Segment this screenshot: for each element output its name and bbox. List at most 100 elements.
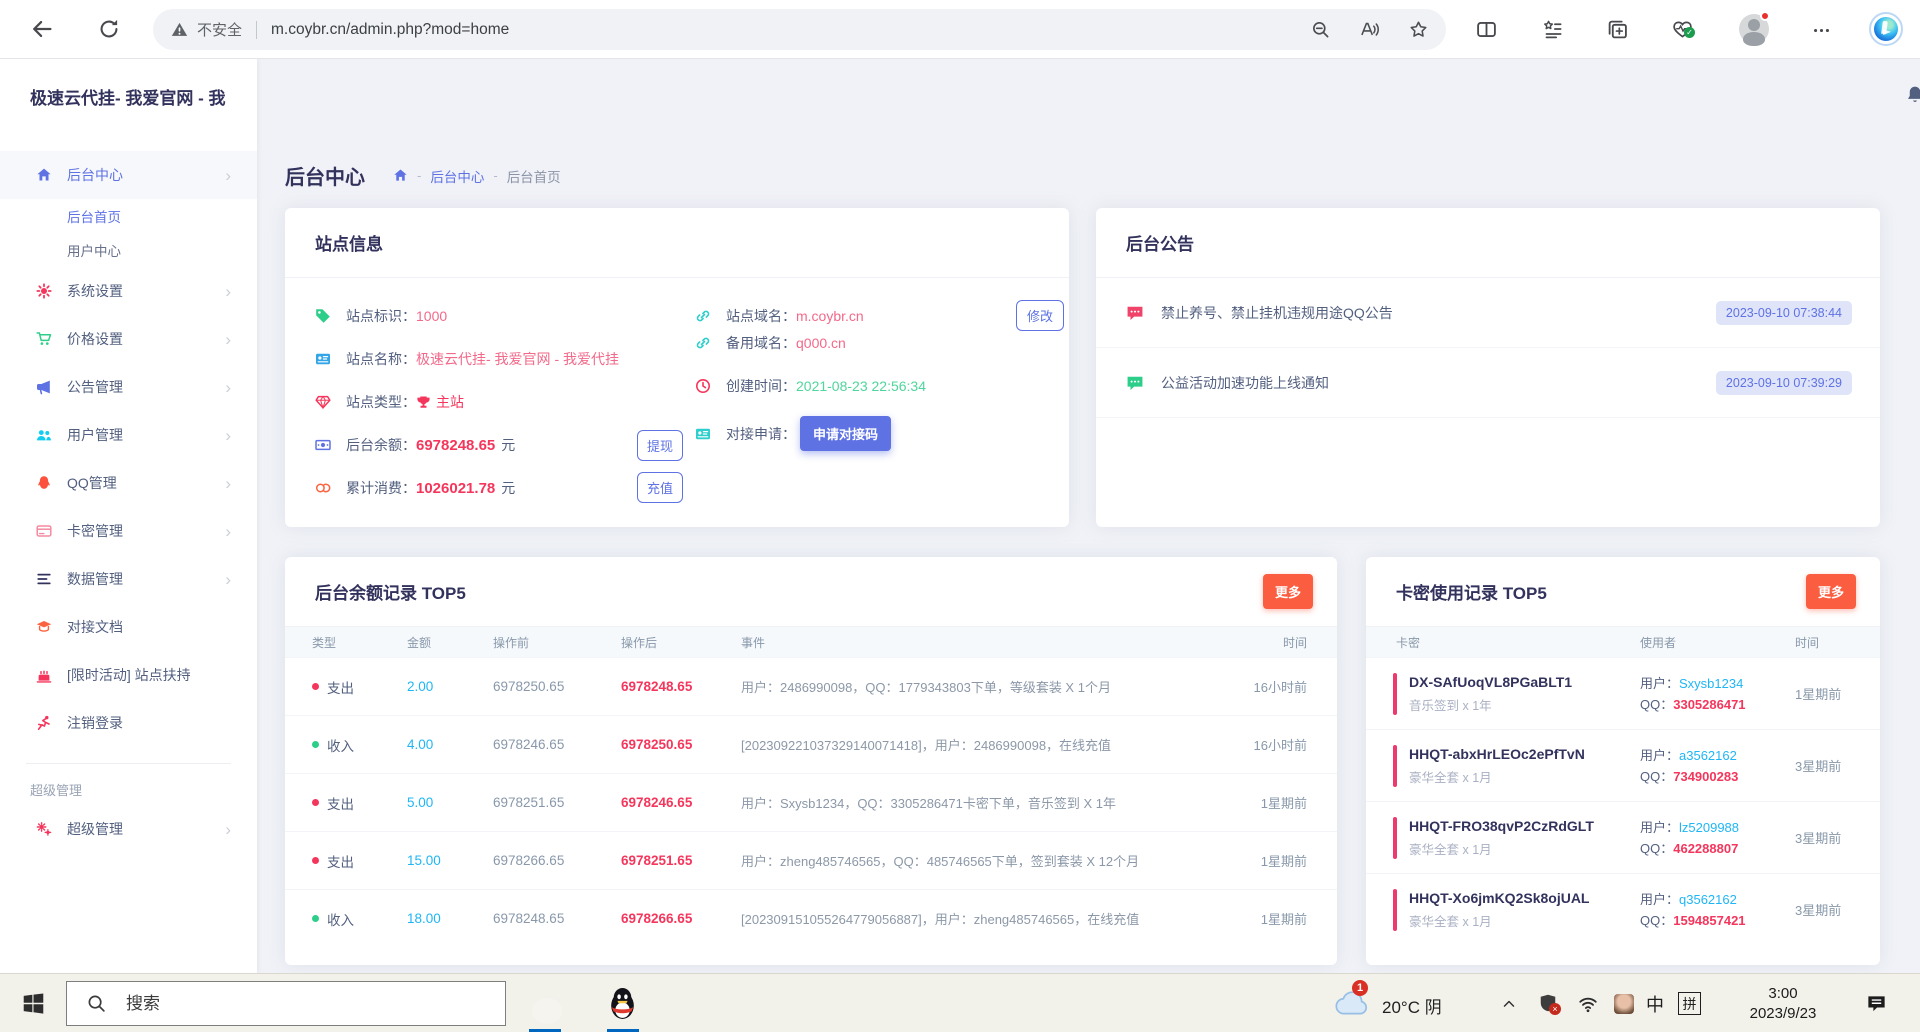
announcement-time-badge: 2023-09-10 07:38:44 [1715, 300, 1852, 325]
essentials-check-badge: ✓ [1684, 27, 1695, 38]
user-label: 用户： [1640, 675, 1680, 691]
announcement-row[interactable]: 禁止养号、禁止挂机违规用途QQ公告 2023-09-10 07:38:44 [1096, 278, 1880, 348]
action-center-icon[interactable] [1866, 993, 1887, 1014]
balance-table-row[interactable]: 收入 18.00 6978248.65 6978266.65 [20230915… [285, 889, 1337, 947]
qq-taskbar-icon[interactable] [605, 986, 640, 1026]
announcement-row[interactable]: 公益活动加速功能上线通知 2023-09-10 07:39:29 [1096, 348, 1880, 418]
modify-button[interactable]: 修改 [1016, 300, 1064, 331]
sidebar-item-logout[interactable]: 注销登录 [0, 699, 257, 747]
sidebar-item-dashboard-home[interactable]: 后台首页 [0, 199, 257, 233]
ime-mode-indicator[interactable]: 拼 [1678, 992, 1701, 1015]
cart-icon [36, 331, 52, 347]
refresh-icon[interactable] [98, 18, 120, 40]
sidebar-item-label: 系统设置 [67, 283, 123, 299]
browser-menu-icon[interactable] [1812, 21, 1831, 40]
consumed-value: 1026021.78 [416, 479, 496, 497]
defender-alert-badge: × [1549, 1003, 1561, 1015]
back-icon[interactable] [30, 17, 54, 41]
row-accent-bar [1393, 672, 1397, 715]
favorites-hub-icon[interactable] [1542, 19, 1563, 40]
defender-shield-icon[interactable]: × [1538, 993, 1561, 1015]
wifi-icon[interactable] [1578, 994, 1598, 1014]
breadcrumb-home-icon[interactable] [393, 168, 408, 183]
read-aloud-icon[interactable] [1360, 20, 1379, 39]
sidebar-item-dashboard[interactable]: 后台中心 › [0, 151, 257, 199]
sidebar-item-announcement-mgmt[interactable]: 公告管理 › [0, 363, 257, 411]
sidebar-item-qq-mgmt[interactable]: QQ管理 › [0, 459, 257, 507]
link-icon [695, 308, 711, 324]
cardkey-row[interactable]: HHQT-abxHrLEOc2ePfTvN 豪华全套 x 1月 用户：a3562… [1366, 729, 1880, 801]
balance-table-row[interactable]: 支出 5.00 6978251.65 6978246.65 用户：Sxysb12… [285, 773, 1337, 831]
gear-icon [36, 283, 52, 299]
clock-time: 3:00 [1768, 985, 1798, 1002]
list-icon [36, 571, 52, 587]
apply-api-code-button[interactable]: 申请对接码 [800, 416, 892, 451]
split-screen-icon[interactable] [1476, 19, 1497, 40]
cardkey-row[interactable]: HHQT-Xo6jmKQ2Sk8ojUAL 豪华全套 x 1月 用户：q3562… [1366, 873, 1880, 945]
cogs-icon [36, 821, 52, 837]
balance-records-card: 后台余额记录 TOP5 更多 类型 金额 操作前 操作后 事件 时间 支出 2.… [285, 557, 1337, 965]
notifications-bell-icon[interactable] [1905, 85, 1920, 105]
balance-table-row[interactable]: 收入 4.00 6978246.65 6978250.65 [202309221… [285, 715, 1337, 773]
recharge-button[interactable]: 充值 [637, 472, 683, 503]
row-event: 用户：zheng485746565，QQ：485746565下单，签到套装 X … [741, 854, 1140, 869]
taskbar-search-box[interactable] [66, 981, 506, 1026]
cardkey-item: 豪华全套 x 1月 [1409, 914, 1492, 929]
sidebar-item-super-admin[interactable]: 超级管理 › [0, 805, 257, 853]
cardkey-more-button[interactable]: 更多 [1805, 574, 1856, 609]
sidebar-item-data-mgmt[interactable]: 数据管理 › [0, 555, 257, 603]
sidebar-item-system-settings[interactable]: 系统设置 › [0, 267, 257, 315]
trophy-icon [416, 395, 431, 410]
row-before: 6978246.65 [493, 737, 565, 752]
qq-label: QQ： [1640, 840, 1674, 856]
cardkey-time: 1星期前 [1795, 687, 1842, 702]
sidebar-item-docs[interactable]: 对接文档 [0, 603, 257, 651]
start-button-icon[interactable] [22, 992, 45, 1015]
address-bar[interactable]: 不安全 m.coybr.cn/admin.php?mod=home [153, 9, 1446, 50]
balance-table-row[interactable]: 支出 2.00 6978250.65 6978248.65 用户：2486990… [285, 657, 1337, 715]
chevron-right-icon: › [225, 425, 231, 445]
cardkey-item: 音乐签到 x 1年 [1409, 698, 1492, 713]
weather-text[interactable]: 20°C 阴 [1382, 993, 1442, 1018]
sidebar-item-price-settings[interactable]: 价格设置 › [0, 315, 257, 363]
taskbar-clock[interactable]: 3:00 2023/9/23 [1722, 984, 1844, 1024]
row-after: 6978266.65 [621, 911, 693, 926]
row-amount: 4.00 [407, 737, 434, 752]
row-type: 收入 [327, 912, 354, 928]
search-input[interactable] [126, 993, 426, 1014]
sidebar-item-event-support[interactable]: [限时活动] 站点扶持 [0, 651, 257, 699]
withdraw-button[interactable]: 提现 [637, 430, 683, 461]
bing-chat-icon[interactable] [1869, 12, 1903, 46]
sidebar-item-label: 卡密管理 [67, 523, 123, 539]
site-logo[interactable]: 极速云代挂- 我爱官网 - 我 [30, 84, 255, 109]
sidebar-menu: 后台中心 › 后台首页 用户中心 系统设置 › 价格设置 › 公告管理 › 用户… [0, 151, 257, 853]
breadcrumb-separator: - [417, 168, 422, 183]
row-before: 6978251.65 [493, 795, 565, 810]
sidebar-item-card-mgmt[interactable]: 卡密管理 › [0, 507, 257, 555]
comment-icon [1126, 374, 1144, 392]
balance-label: 后台余额： [346, 437, 416, 453]
id-card-icon [315, 351, 331, 367]
cardkey-row[interactable]: DX-SAfUoqVL8PGaBLT1 音乐签到 x 1年 用户：Sxysb12… [1366, 657, 1880, 729]
url-text[interactable]: m.coybr.cn/admin.php?mod=home [271, 21, 509, 39]
cardkey-row[interactable]: HHQT-FRO38qvP2CzRdGLT 豪华全套 x 1月 用户：lz520… [1366, 801, 1880, 873]
security-label[interactable]: 不安全 [197, 19, 242, 40]
balance-table-row[interactable]: 支出 15.00 6978266.65 6978251.65 用户：zheng4… [285, 831, 1337, 889]
user-value: Sxysb1234 [1679, 675, 1744, 691]
address-divider [256, 20, 258, 39]
weather-widget[interactable]: 1 [1334, 980, 1368, 1020]
zoom-out-icon[interactable] [1311, 20, 1330, 39]
site-name-value: 极速云代挂- 我爱官网 - 我爱代挂 [416, 351, 619, 367]
news-badge: 1 [1352, 980, 1368, 996]
favorite-star-icon[interactable] [1409, 20, 1428, 39]
tray-expand-icon[interactable] [1502, 997, 1516, 1011]
cardkey-records-title: 卡密使用记录 TOP5 [1396, 584, 1547, 603]
collections-icon[interactable] [1607, 19, 1628, 40]
tray-app-avatar-icon[interactable] [1614, 994, 1634, 1014]
breadcrumb-link[interactable]: 后台中心 [430, 166, 484, 186]
sidebar-item-user-center[interactable]: 用户中心 [0, 233, 257, 267]
balance-more-button[interactable]: 更多 [1262, 574, 1313, 609]
sidebar-item-user-mgmt[interactable]: 用户管理 › [0, 411, 257, 459]
language-indicator[interactable]: 中 [1646, 991, 1664, 1017]
announcements-list: 禁止养号、禁止挂机违规用途QQ公告 2023-09-10 07:38:44 公益… [1096, 278, 1880, 418]
